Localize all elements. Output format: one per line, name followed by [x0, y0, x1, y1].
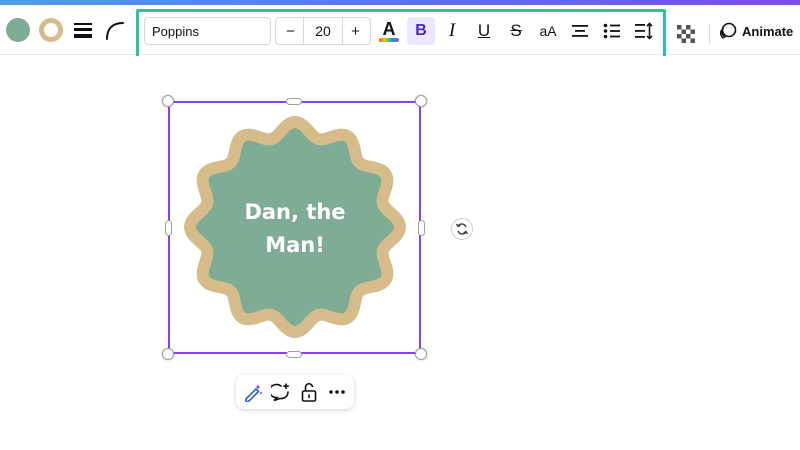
text-color-rainbow-bar	[379, 38, 399, 42]
resize-handle-bottom[interactable]	[286, 351, 302, 358]
resize-handle-bottom-left[interactable]	[162, 348, 174, 360]
font-family-dropdown[interactable]: Poppins	[144, 17, 271, 45]
line-spacing-icon[interactable]	[630, 17, 658, 45]
badge-text-line-2: Man!	[265, 233, 325, 257]
font-family-value: Poppins	[152, 23, 199, 39]
text-color-icon[interactable]: A	[375, 17, 403, 45]
strikethrough-button[interactable]: S	[502, 17, 530, 45]
letter-case-button[interactable]: aA	[534, 17, 562, 45]
resize-handle-left[interactable]	[165, 220, 172, 236]
badge-text[interactable]: Dan, the Man!	[180, 196, 410, 262]
align-center-icon[interactable]	[566, 17, 594, 45]
resize-handle-top-left[interactable]	[162, 95, 174, 107]
font-size-value[interactable]: 20	[304, 18, 342, 44]
italic-button[interactable]: I	[438, 17, 466, 45]
add-comment-icon[interactable]	[270, 381, 292, 403]
resize-handle-top-right[interactable]	[415, 95, 427, 107]
corner-rounding-icon[interactable]	[104, 19, 126, 41]
increase-font-size-button[interactable]: +	[342, 18, 368, 44]
floating-context-menu	[236, 375, 354, 409]
lock-icon[interactable]	[298, 381, 320, 403]
rotate-icon[interactable]	[451, 218, 473, 240]
fill-color-icon[interactable]	[6, 18, 30, 42]
badge-text-line-1: Dan, the	[244, 200, 346, 224]
underline-button[interactable]: U	[470, 17, 498, 45]
animate-label: Animate	[742, 23, 794, 39]
toolbar-divider	[709, 24, 710, 44]
more-icon[interactable]	[326, 381, 348, 403]
font-size-stepper[interactable]: − 20 +	[275, 17, 371, 45]
bold-button[interactable]: B	[407, 17, 435, 45]
animate-icon	[720, 22, 737, 40]
border-weight-icon[interactable]	[73, 19, 93, 41]
border-style-icon[interactable]	[39, 18, 63, 42]
resize-handle-bottom-right[interactable]	[415, 348, 427, 360]
animate-button[interactable]: Animate	[719, 17, 800, 45]
resize-handle-right[interactable]	[418, 220, 425, 236]
editor-toolbar: Poppins − 20 + A B I U S aA Animate	[0, 5, 800, 59]
resize-handle-top[interactable]	[286, 98, 302, 105]
transparency-icon[interactable]	[677, 25, 695, 43]
text-color-glyph: A	[382, 18, 396, 39]
magic-edit-icon[interactable]	[242, 381, 264, 403]
bullet-list-icon[interactable]	[598, 17, 626, 45]
decrease-font-size-button[interactable]: −	[278, 18, 304, 44]
